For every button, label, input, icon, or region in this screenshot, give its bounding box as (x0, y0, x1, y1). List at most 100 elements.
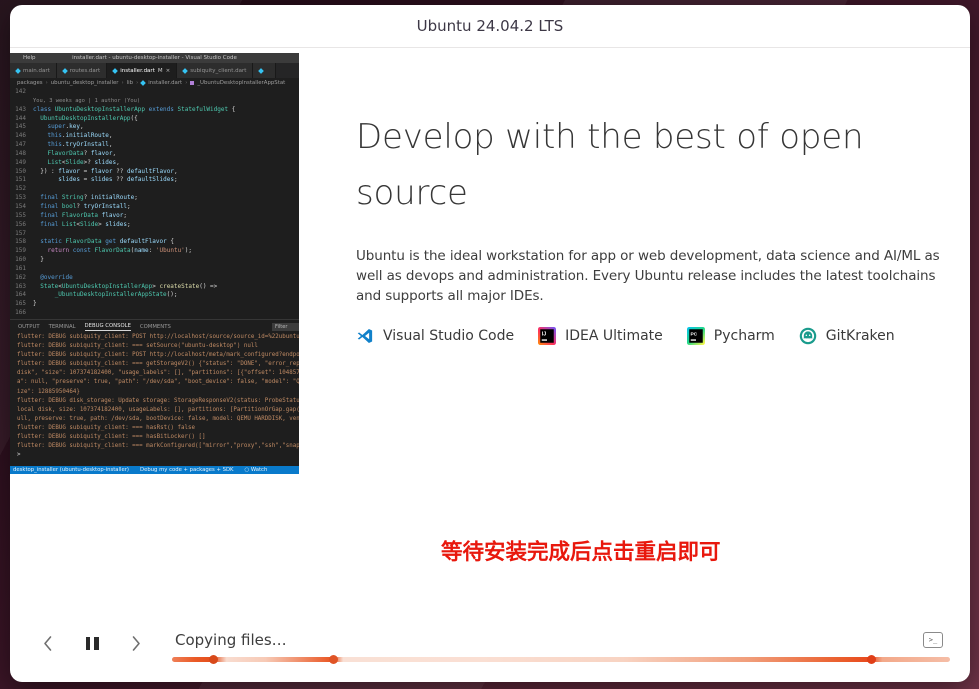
install-status-label: Copying files… (175, 631, 287, 649)
vscode-breadcrumb: packages›ubuntu_desktop_installer›lib›in… (10, 78, 299, 88)
vscode-window-title: installer.dart - ubuntu-desktop-installe… (10, 55, 299, 61)
vscode-help-menu: Help (23, 55, 36, 61)
vscode-tab: installer.dartM× (107, 63, 177, 78)
console-line: flutter: DEBUG subiquity_client: === set… (10, 342, 299, 351)
svg-text:IJ: IJ (542, 331, 546, 337)
progress-dot (867, 655, 876, 664)
symbol-class-icon (190, 81, 194, 85)
code-line: 157 (10, 230, 299, 239)
code-line: 156 final List<Slide> slides; (10, 221, 299, 230)
next-slide-button[interactable] (128, 636, 144, 654)
code-line: 153 final String? initialRoute; (10, 194, 299, 203)
pause-icon (86, 637, 91, 650)
chevron-left-icon (41, 635, 55, 656)
vscode-tab: subiquity_client.dart (177, 63, 253, 78)
vscode-filter-box: Filter (272, 323, 299, 332)
code-line: 154 final bool? tryOrInstall; (10, 203, 299, 212)
panel-tab: DEBUG CONSOLE (85, 323, 131, 331)
console-line: ull, preserve: true, path: /dev/sda, boo… (10, 415, 299, 424)
vscode-tab: main.dart (10, 63, 57, 78)
slide-body-text: Ubuntu is the ideal workstation for app … (356, 246, 948, 306)
console-line: flutter: DEBUG subiquity_client: === has… (10, 424, 299, 433)
code-line: 152 (10, 185, 299, 194)
code-line: 149 List<Slide>? slides, (10, 159, 299, 168)
pycharm-icon: PC (687, 327, 705, 345)
code-line: 144 UbuntuDesktopInstallerApp({ (10, 115, 299, 124)
panel-tab: TERMINAL (49, 324, 76, 330)
console-line: a": null, "preserve": true, "path": "/de… (10, 378, 299, 387)
gitkraken-icon (799, 327, 817, 345)
ide-logo-item: GitKraken (799, 327, 895, 345)
dart-file-icon (62, 68, 68, 74)
vscode-editor: 142You, 3 weeks ago | 1 author (You)143c… (10, 88, 299, 319)
code-line: 147 this.tryOrInstall, (10, 141, 299, 150)
vscode-status-bar: desktop_installer (ubuntu-desktop-instal… (10, 466, 299, 474)
code-line: 148 FlavorData? flavor, (10, 150, 299, 159)
code-line: 159 return const FlavorData(name: 'Ubunt… (10, 247, 299, 256)
code-line: 151 slides = slides ?? defaultSlides; (10, 176, 299, 185)
vscode-titlebar: Help installer.dart - ubuntu-desktop-ins… (10, 53, 299, 63)
intellij-idea-icon: IJ (538, 327, 556, 345)
close-icon: × (166, 68, 171, 74)
dart-file-icon (112, 68, 118, 74)
vscode-debug-console: flutter: DEBUG subiquity_client: POST ht… (10, 333, 299, 461)
console-line: flutter: DEBUG subiquity_client: === has… (10, 433, 299, 442)
status-item: ○ Watch (245, 467, 268, 473)
install-progress-bar (172, 657, 950, 662)
console-line: flutter: DEBUG subiquity_client: POST ht… (10, 333, 299, 342)
progress-dot (329, 655, 338, 664)
ide-logo-item: Visual Studio Code (356, 327, 514, 345)
status-item: desktop_installer (ubuntu-desktop-instal… (13, 467, 129, 473)
code-line: 142 (10, 88, 299, 97)
code-line: 146 this.initialRoute, (10, 132, 299, 141)
vscode-icon (356, 327, 374, 345)
console-line: local disk, size: 107374182400, usageLab… (10, 406, 299, 415)
window-title: Ubuntu 24.04.2 LTS (417, 17, 564, 35)
ide-logo-row: Visual Studio Code IJ IDEA Ultimate PC Pycha… (356, 327, 895, 345)
ide-logo-label: IDEA Ultimate (565, 328, 663, 344)
terminal-icon: >_ (929, 636, 937, 644)
code-line: You, 3 weeks ago | 1 author (You) (10, 97, 299, 106)
code-line: 163 State<UbuntuDesktopInstallerApp> cre… (10, 283, 299, 292)
code-line: 143class UbuntuDesktopInstallerApp exten… (10, 106, 299, 115)
svg-text:PC: PC (690, 331, 697, 337)
previous-slide-button[interactable] (40, 636, 56, 654)
dart-file-icon (15, 68, 21, 74)
console-line: flutter: DEBUG subiquity_client: === get… (10, 360, 299, 369)
vscode-screenshot: Help installer.dart - ubuntu-desktop-ins… (10, 53, 299, 474)
vscode-tab: routes.dart (57, 63, 107, 78)
slide-heading: Develop with the best of open source (356, 109, 956, 221)
dart-file-icon (259, 68, 265, 74)
ide-logo-item: IJ IDEA Ultimate (538, 327, 663, 345)
console-line: flutter: DEBUG subiquity_client: POST ht… (10, 351, 299, 360)
pause-slideshow-button[interactable] (84, 635, 100, 651)
vscode-tab-bar: main.dartroutes.dartinstaller.dartM×subi… (10, 63, 299, 78)
code-line: 145 super.key, (10, 123, 299, 132)
console-line: disk", "size": 107374182400, "usage_labe… (10, 369, 299, 378)
code-line: 166 (10, 309, 299, 318)
code-line: 165} (10, 300, 299, 309)
code-line: 150 }) : flavor = flavor ?? defaultFlavo… (10, 168, 299, 177)
console-line: flutter: DEBUG subiquity_client: === mar… (10, 442, 299, 451)
dart-file-icon (182, 68, 188, 74)
ide-logo-label: GitKraken (826, 328, 895, 344)
code-line: 155 final FlavorData flavor; (10, 212, 299, 221)
code-line: 161 (10, 265, 299, 274)
window-titlebar: Ubuntu 24.04.2 LTS (10, 5, 970, 48)
code-line: 164 _UbuntuDesktopInstallerAppState(); (10, 291, 299, 300)
ide-logo-label: Visual Studio Code (383, 328, 514, 344)
terminal-toggle-button[interactable]: >_ (923, 632, 943, 648)
ide-logo-item: PC Pycharm (687, 327, 775, 345)
panel-tab: COMMENTS (140, 324, 171, 330)
console-line: > (10, 451, 299, 460)
status-item: Debug my code + packages + SDK (140, 467, 234, 473)
dart-file-icon (140, 80, 146, 86)
console-line: flutter: DEBUG disk_storage: Update stor… (10, 397, 299, 406)
chevron-right-icon (129, 635, 143, 656)
code-line: 160 } (10, 256, 299, 265)
desktop: { "header": { "title": "Ubuntu 24.04.2 L… (0, 0, 979, 689)
code-line: 158 static FlavorData get defaultFlavor … (10, 238, 299, 247)
ide-logo-label: Pycharm (714, 328, 775, 344)
vscode-tab (253, 63, 276, 78)
console-line: ize": 12885950464} (10, 388, 299, 397)
